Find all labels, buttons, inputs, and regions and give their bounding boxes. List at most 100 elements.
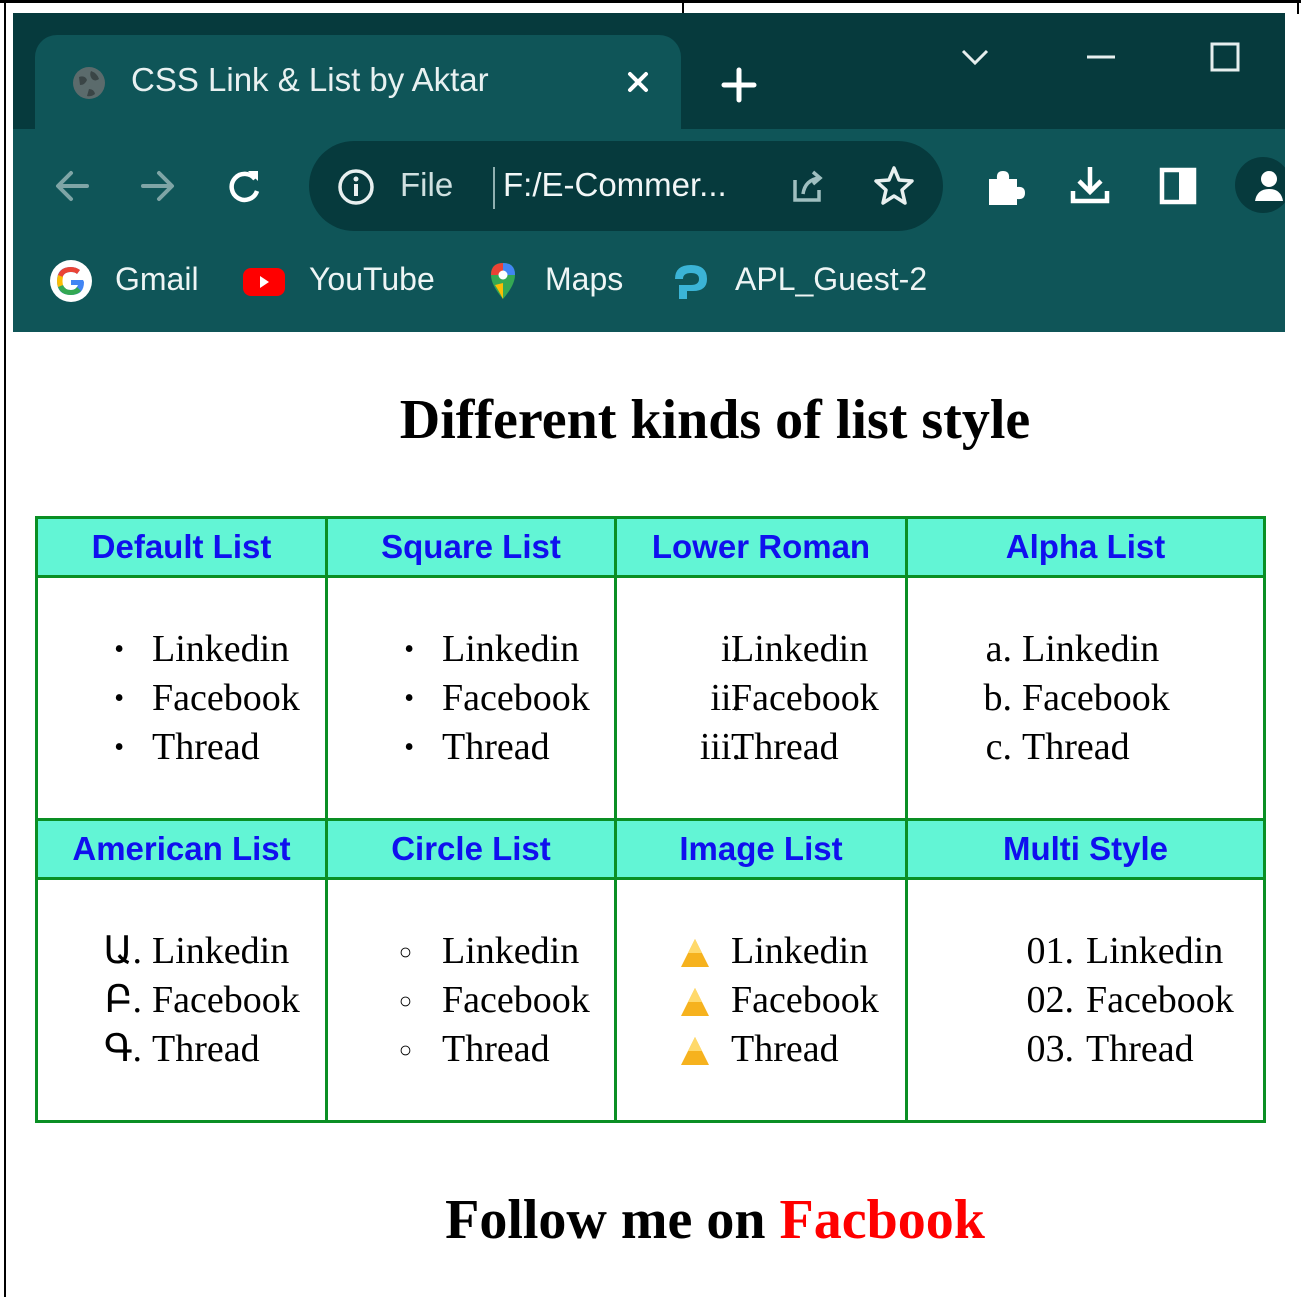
- maximize-icon[interactable]: [1205, 37, 1245, 77]
- list-item: Բ. Facebook: [38, 976, 325, 1025]
- column-header: American List: [35, 818, 328, 880]
- security-label: File: [400, 166, 454, 203]
- list-item: b. Facebook: [908, 674, 1263, 723]
- column-header: Alpha List: [905, 516, 1266, 578]
- bookmark-label: Gmail: [115, 261, 199, 297]
- list-marker: c.: [985, 725, 1012, 768]
- column-header: Lower Roman: [614, 516, 908, 578]
- list-cell-decimal-leading-zero: 01. Linkedin 02. Facebook 03. Thread: [905, 877, 1266, 1123]
- list-item: a. Linkedin: [908, 625, 1263, 674]
- column-header: Multi Style: [905, 818, 1266, 880]
- list-item: • Linkedin: [38, 625, 325, 674]
- list-marker: •: [404, 682, 414, 714]
- list-item-label: Facebook: [442, 978, 590, 1021]
- new-tab-icon[interactable]: [719, 65, 759, 105]
- back-arrow-icon[interactable]: [49, 163, 95, 209]
- url-text[interactable]: F:/E-Commer...: [503, 166, 727, 204]
- list: 01. Linkedin 02. Facebook 03. Thread: [908, 927, 1263, 1074]
- list-marker: •: [404, 633, 414, 665]
- youtube-icon: [243, 268, 285, 296]
- address-separator: [493, 167, 495, 209]
- list-marker: iii.: [699, 725, 741, 768]
- list: • Linkedin • Facebook • Thread: [328, 625, 614, 772]
- bookmark-label: YouTube: [309, 261, 435, 297]
- bookmark-youtube[interactable]: YouTube: [241, 259, 441, 303]
- list: • Linkedin • Facebook • Thread: [38, 625, 325, 772]
- list-item: • Thread: [38, 723, 325, 772]
- list-item: Linkedin: [617, 927, 905, 976]
- list-item-label: Facebook: [731, 676, 879, 719]
- list-item-label: Thread: [1022, 725, 1130, 768]
- list-marker: b.: [983, 676, 1013, 719]
- minimize-icon[interactable]: [1081, 37, 1121, 77]
- bookmark-maps[interactable]: Maps: [481, 259, 631, 303]
- tab-title: CSS Link & List by Aktar: [131, 61, 489, 98]
- list-item-label: Linkedin: [731, 929, 869, 972]
- list-item: 03. Thread: [908, 1025, 1263, 1074]
- list-item: Facebook: [617, 976, 905, 1025]
- list-item-label: Facebook: [1022, 676, 1170, 719]
- extensions-puzzle-icon[interactable]: [981, 163, 1027, 209]
- reload-icon[interactable]: [221, 163, 267, 209]
- bookmark-star-icon[interactable]: [871, 163, 917, 209]
- list-item-label: Thread: [442, 1027, 550, 1070]
- list-item: ○ Thread: [328, 1025, 614, 1074]
- list-cell-image: Linkedin Facebook Thread: [614, 877, 908, 1123]
- list-marker: •: [404, 731, 414, 763]
- list-item: Ա. Linkedin: [38, 927, 325, 976]
- list-cell-lower-roman: i. Linkedin ii. Facebook iii. Thread: [614, 575, 908, 821]
- list-marker: •: [114, 633, 124, 665]
- list: Linkedin Facebook Thread: [617, 927, 905, 1074]
- list-item: c. Thread: [908, 723, 1263, 772]
- list: ○ Linkedin ○ Facebook ○ Thread: [328, 927, 614, 1074]
- bookmark-apl-guest[interactable]: APL_Guest-2: [667, 259, 927, 303]
- list-item-label: Facebook: [1086, 978, 1234, 1021]
- list-item-label: Linkedin: [731, 627, 869, 670]
- follow-line: Follow me on Facbook: [0, 1188, 1301, 1252]
- tab-search-chevron-icon[interactable]: [955, 37, 995, 77]
- list-row: • Linkedin • Facebook • Thread • Linkedin • Faceb…: [35, 575, 1266, 821]
- list: Ա. Linkedin Բ. Facebook Գ. Thread: [38, 927, 325, 1074]
- facebook-link[interactable]: Facbook: [780, 1189, 985, 1251]
- bookmark-gmail[interactable]: Gmail: [49, 259, 219, 303]
- info-icon[interactable]: [333, 164, 379, 210]
- list-item-label: Thread: [442, 725, 550, 768]
- list-item: Thread: [617, 1025, 905, 1074]
- list-item: 02. Facebook: [908, 976, 1263, 1025]
- list-item-label: Thread: [152, 725, 260, 768]
- share-icon[interactable]: [785, 164, 831, 210]
- list-item-label: Linkedin: [152, 627, 290, 670]
- list-marker: Ա.: [103, 929, 142, 972]
- close-tab-icon[interactable]: [621, 65, 655, 99]
- bookmark-label: APL_Guest-2: [735, 261, 928, 297]
- list-cell-disc: • Linkedin • Facebook • Thread: [35, 575, 328, 821]
- bullet-image-icon: [677, 1033, 713, 1069]
- google-icon: [50, 260, 92, 302]
- list-marker: Բ.: [104, 978, 142, 1021]
- list-item-label: Linkedin: [442, 929, 580, 972]
- list-item-label: Facebook: [152, 676, 300, 719]
- list-item: iii. Thread: [617, 723, 905, 772]
- list-item: • Thread: [328, 723, 614, 772]
- list-item-label: Linkedin: [1086, 929, 1224, 972]
- profile-avatar-icon[interactable]: [1235, 157, 1285, 213]
- list-marker: 03.: [1026, 1027, 1075, 1070]
- list-item: i. Linkedin: [617, 625, 905, 674]
- download-icon[interactable]: [1067, 161, 1113, 207]
- list-item-label: Facebook: [731, 978, 879, 1021]
- list-item-label: Linkedin: [152, 929, 290, 972]
- list-marker: •: [114, 731, 124, 763]
- maps-icon: [491, 263, 515, 299]
- list-marker: Գ.: [103, 1027, 142, 1070]
- side-panel-icon[interactable]: [1155, 163, 1201, 209]
- follow-prefix: Follow me on: [445, 1189, 766, 1251]
- list-marker: a.: [985, 627, 1012, 670]
- list-item-label: Linkedin: [442, 627, 580, 670]
- forward-arrow-icon[interactable]: [135, 163, 181, 209]
- list: a. Linkedin b. Facebook c. Thread: [908, 625, 1263, 772]
- list-cell-square: • Linkedin • Facebook • Thread: [325, 575, 617, 821]
- list-marker: ii.: [710, 676, 741, 719]
- list-item-label: Thread: [731, 1027, 839, 1070]
- list-marker: i.: [720, 627, 741, 670]
- window-top-border: [0, 0, 1301, 3]
